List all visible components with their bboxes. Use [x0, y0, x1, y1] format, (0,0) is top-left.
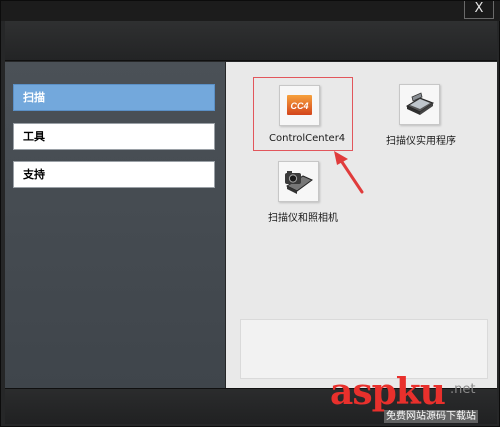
app-label: ControlCenter4 [269, 133, 346, 144]
annotation-arrow [334, 151, 364, 194]
svg-text:CC4: CC4 [290, 101, 308, 111]
sidebar-item-support[interactable]: 支持 [13, 161, 215, 188]
camera-scanner-icon [278, 161, 319, 202]
title-bar: X [1, 1, 500, 21]
app-label: 扫描仪和照相机 [268, 213, 338, 224]
sidebar: 扫描 工具 支持 [5, 62, 225, 388]
header-bar [5, 21, 497, 61]
watermark-brand: aspku [330, 371, 446, 413]
sidebar-item-tools[interactable]: 工具 [13, 123, 215, 150]
controlcenter4-icon: CC4 [279, 85, 320, 126]
watermark-tagline: 免费网站源码下载站 [384, 410, 478, 423]
main-content: CC4 ControlCenter4 扫描仪实用程序 扫描仪和照相机 [226, 62, 497, 388]
app-window: X 扫描 工具 支持 CC4 ControlCenter4 扫描仪实用程序 扫描… [0, 0, 500, 427]
close-button[interactable]: X [464, 1, 494, 19]
description-panel [240, 319, 488, 379]
app-tile-controlcenter4[interactable]: CC4 ControlCenter4 [253, 77, 353, 151]
app-label: 扫描仪实用程序 [386, 136, 456, 147]
app-tile-scanner-utility[interactable]: 扫描仪实用程序 [375, 77, 475, 151]
sidebar-item-scan[interactable]: 扫描 [13, 84, 215, 111]
scanner-icon [399, 84, 440, 125]
watermark-tld: .net [450, 382, 476, 397]
watermark-logo: aspku .net 免费网站源码下载站 [330, 372, 498, 426]
